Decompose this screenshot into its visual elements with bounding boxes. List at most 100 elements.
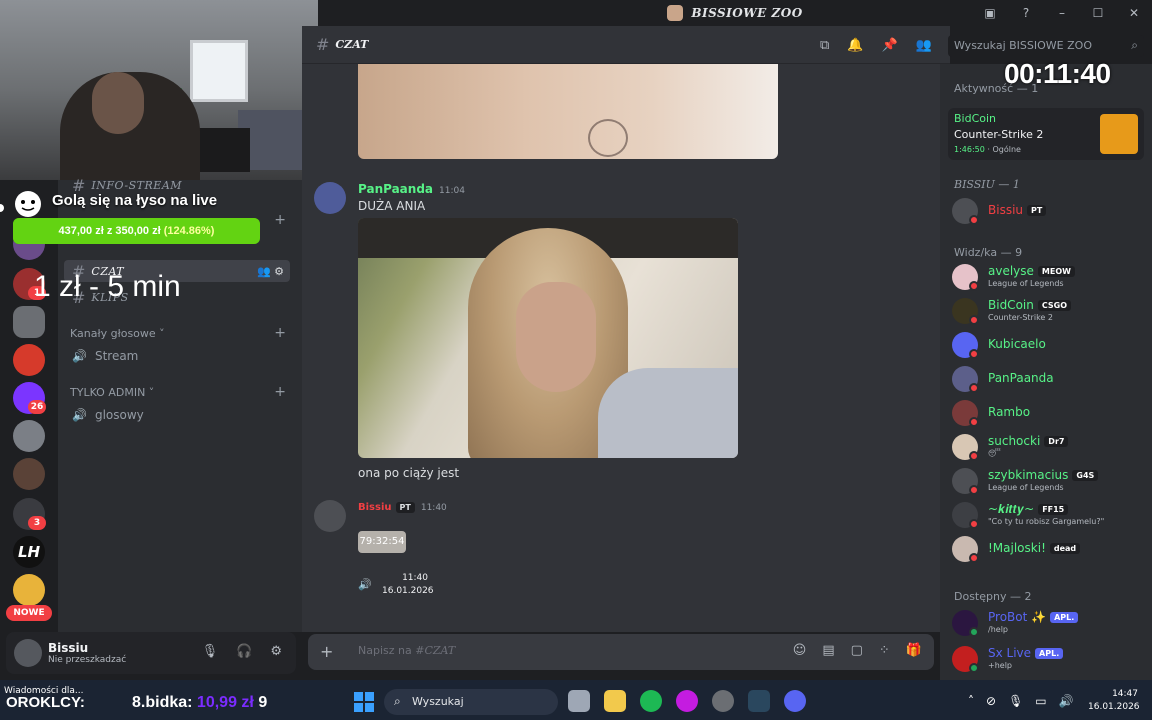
eye-off-icon[interactable]: ⊘	[986, 694, 996, 708]
pin-icon[interactable]: 📌	[881, 38, 897, 53]
user-info[interactable]: Bissiu Nie przeszkadzać	[48, 641, 126, 665]
channel-sidebar: # INFO-STREAM + # CZAT 👥 ⚙ # KLIPS Kanał…	[58, 176, 302, 632]
server-icon[interactable]	[13, 458, 45, 490]
bot-item[interactable]: ProBot ✨ APL./help	[952, 608, 1148, 638]
network-icon[interactable]: ▭	[1035, 694, 1046, 708]
member-name: Kubicaelo	[988, 337, 1046, 351]
member-item[interactable]: szybkimacius G4S League of Legends	[952, 466, 1148, 496]
member-name-text: avelyse	[988, 264, 1034, 278]
member-tag: dead	[1049, 543, 1081, 554]
message-photo[interactable]	[358, 218, 738, 458]
threads-icon[interactable]: ⧉	[820, 38, 829, 53]
voice-channel-stream[interactable]: 🔊 Stream	[64, 344, 290, 368]
member-item[interactable]: suchocki Dr7 😴	[952, 432, 1148, 462]
status-dot	[969, 383, 979, 393]
minimize-button[interactable]: –	[1044, 6, 1080, 20]
status-dot	[969, 417, 979, 427]
activity-channel: Ogólne	[992, 145, 1021, 154]
audio-icon[interactable]: 🔊	[358, 578, 372, 591]
server-badge: 3	[28, 516, 46, 530]
discord-icon[interactable]	[784, 690, 806, 712]
message-image-top[interactable]	[358, 64, 778, 159]
add-channel-icon[interactable]: +	[274, 384, 286, 400]
help-icon[interactable]: ?	[1008, 6, 1044, 20]
member-item[interactable]: !Majloski! dead	[952, 534, 1148, 564]
new-badge[interactable]: NOWE	[6, 605, 52, 621]
server-icon-lh[interactable]: LH	[13, 536, 45, 568]
sticker-icon[interactable]: ▢	[851, 643, 863, 658]
author-name[interactable]: Bissiu	[358, 502, 392, 513]
member-name: suchocki Dr7	[988, 434, 1069, 448]
member-name-text: !Majloski!	[988, 541, 1046, 555]
member-name-text: Kubicaelo	[988, 337, 1046, 351]
gif-icon[interactable]: ▤	[822, 643, 834, 658]
category-label: TYLKO ADMIN	[70, 386, 146, 399]
server-icon[interactable]	[13, 344, 45, 376]
apps-icon[interactable]: ⁘	[879, 643, 890, 658]
windows-start-icon[interactable]	[354, 692, 374, 712]
member-tag: PT	[1027, 205, 1047, 216]
taskbar-search[interactable]: ⌕ Wyszukaj	[384, 689, 558, 715]
taskbar-search-label: Wyszukaj	[412, 695, 464, 708]
message-author[interactable]: PanPaanda 11:04	[358, 182, 465, 196]
member-item[interactable]: Kubicaelo	[952, 330, 1148, 360]
server-icon[interactable]	[13, 420, 45, 452]
taskview-icon[interactable]	[568, 690, 590, 712]
steam-icon[interactable]	[748, 690, 770, 712]
server-icon[interactable]	[13, 306, 45, 338]
placeholder-channel: CZAT	[424, 644, 456, 657]
member-item[interactable]: BidCoin CSGO Counter-Strike 2	[952, 296, 1148, 326]
category-admin[interactable]: TYLKO ADMIN ˅	[70, 386, 154, 399]
gift-icon[interactable]: 🎁	[906, 643, 922, 658]
gear-icon[interactable]: ⚙	[270, 644, 282, 659]
embed-date: 16.01.2026	[382, 586, 434, 596]
bid-extra: 9	[258, 694, 268, 711]
obs-icon[interactable]	[712, 690, 734, 712]
bell-icon[interactable]: 🔔	[847, 38, 863, 53]
member-item[interactable]: Bissiu PT	[952, 196, 1148, 226]
status-dot	[969, 553, 979, 563]
avatar[interactable]	[314, 182, 346, 214]
member-tag: Dr7	[1044, 436, 1069, 447]
add-channel-icon[interactable]: +	[274, 212, 286, 228]
author-name[interactable]: PanPaanda	[358, 182, 433, 196]
member-item[interactable]: PanPaanda	[952, 364, 1148, 394]
bot-item[interactable]: Sx Live APL. +help	[952, 644, 1148, 674]
member-name: BidCoin CSGO	[988, 298, 1071, 312]
maximize-button[interactable]: ☐	[1080, 6, 1116, 20]
member-activity: 😴	[988, 449, 1001, 458]
search-input[interactable]: Wyszukaj BISSIOWE ZOO ⌕	[948, 35, 1144, 57]
add-channel-icon[interactable]: +	[274, 325, 286, 341]
activity-card[interactable]: BidCoin Counter-Strike 2 1:46:50 · Ogóln…	[948, 108, 1144, 160]
chevron-up-icon[interactable]: ˄	[968, 694, 974, 708]
avatar[interactable]	[14, 639, 42, 667]
clock[interactable]: 14:47 16.01.2026	[1088, 688, 1140, 714]
message-input[interactable]: + Napisz na #CZAT ☺ ▤ ▢ ⁘ 🎁	[308, 634, 934, 670]
message-author[interactable]: Bissiu PT 11:40	[358, 502, 447, 513]
member-item[interactable]: ~𝒌𝒊𝒕𝒕𝒚~ FF15 "Co ty tu robisz Gargamelu?"	[952, 500, 1148, 530]
status-dot	[969, 315, 979, 325]
opera-icon[interactable]	[676, 690, 698, 712]
emoji-icon[interactable]: ☺	[793, 643, 807, 658]
headphones-icon[interactable]: 🎧	[236, 644, 252, 659]
volume-icon[interactable]: 🔊	[1059, 694, 1074, 708]
user-controls: 🎙 🎧 ⚙	[202, 644, 282, 659]
member-name: avelyse MEOW	[988, 264, 1075, 278]
channel-settings-icons[interactable]: 👥 ⚙	[257, 265, 284, 278]
member-item[interactable]: avelyse MEOW League of Legends	[952, 262, 1148, 292]
avatar[interactable]	[314, 500, 346, 532]
category-voice[interactable]: Kanały głosowe ˅	[70, 327, 165, 340]
inbox-icon[interactable]: ▣	[972, 6, 1008, 20]
microphone-icon[interactable]: 🎙	[1008, 694, 1023, 708]
game-icon	[1100, 114, 1138, 154]
discord-window: BISSIOWE ZOO ▣ ? – ☐ ✕ 1 26 3 LH NOWE # …	[0, 0, 1152, 720]
attach-icon[interactable]: +	[320, 642, 333, 661]
voice-channel-glosowy[interactable]: 🔊 glosowy	[64, 403, 290, 427]
members-icon[interactable]: 👥	[916, 38, 932, 53]
server-icon[interactable]	[13, 574, 45, 606]
member-item[interactable]: Rambo	[952, 398, 1148, 428]
spotify-icon[interactable]	[640, 690, 662, 712]
explorer-icon[interactable]	[604, 690, 626, 712]
close-button[interactable]: ✕	[1116, 6, 1152, 20]
microphone-icon[interactable]: 🎙	[202, 644, 219, 659]
